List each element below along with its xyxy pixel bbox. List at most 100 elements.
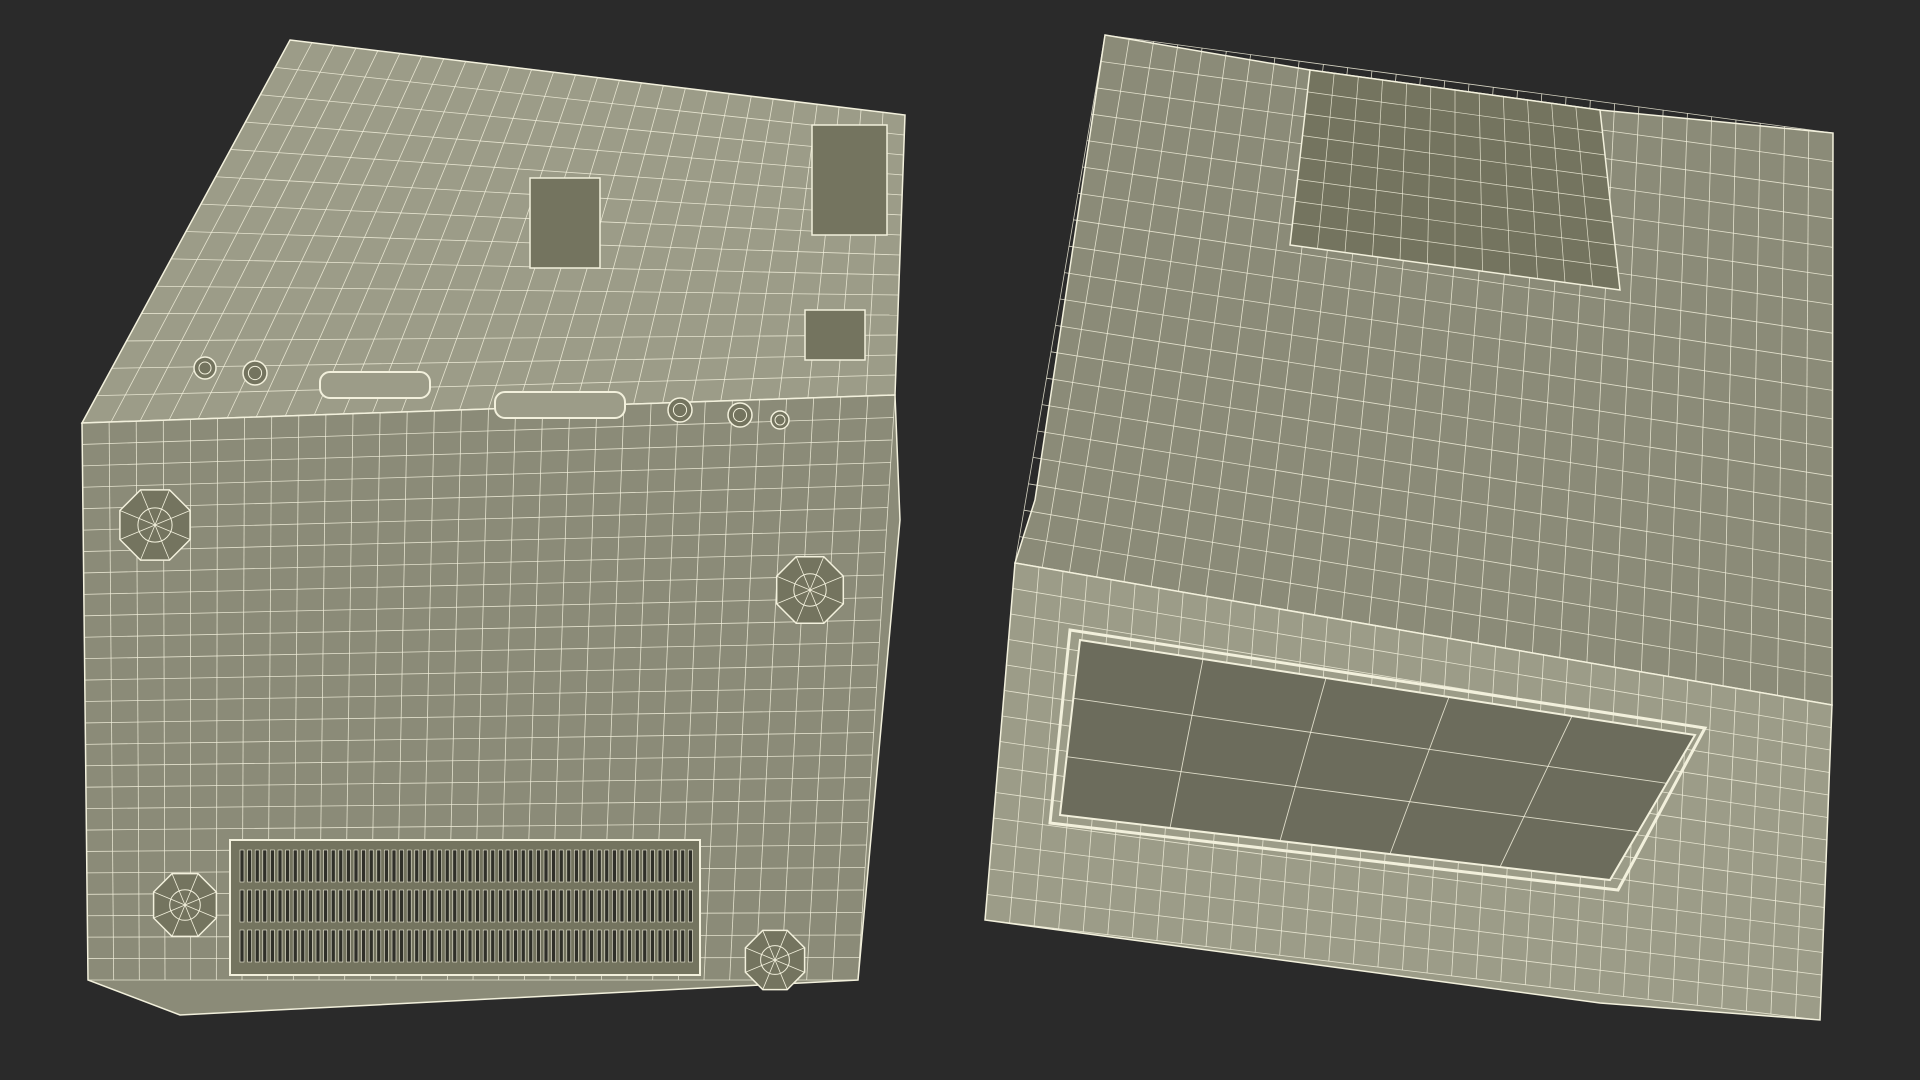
vent-slot xyxy=(475,849,480,883)
vent-slot xyxy=(239,849,245,883)
vent-slot xyxy=(254,849,260,883)
vent-slot xyxy=(536,849,541,883)
vent-slot xyxy=(277,849,283,883)
vent-slot xyxy=(422,889,427,923)
vent-slot xyxy=(292,849,298,883)
vent-slot xyxy=(467,849,473,883)
vent-slot xyxy=(581,929,587,963)
vent-slot xyxy=(422,849,427,883)
vent-slot xyxy=(323,849,328,883)
vent-slot xyxy=(619,929,625,963)
vent-slot xyxy=(376,929,382,963)
vent-slot xyxy=(596,889,602,923)
vent-slot xyxy=(406,929,412,963)
vent-slot xyxy=(627,889,632,923)
vent-slot xyxy=(490,849,496,883)
vent-slot xyxy=(308,929,313,963)
vent-slot xyxy=(520,849,526,883)
vent-slot xyxy=(429,849,435,883)
vent-slot xyxy=(490,889,496,923)
dsub-port xyxy=(319,371,431,399)
vent-slot xyxy=(353,849,359,883)
vent-slot xyxy=(285,889,290,923)
vent-slot xyxy=(490,929,496,963)
vent-slot xyxy=(368,849,374,883)
vent-slot xyxy=(292,929,298,963)
vent-slot xyxy=(330,849,336,883)
vent-slot xyxy=(642,889,648,923)
vent-slot xyxy=(551,889,556,923)
vent-slot xyxy=(300,849,306,883)
vent-slot xyxy=(688,849,693,883)
vent-slot xyxy=(475,889,480,923)
vent-slot xyxy=(634,849,640,883)
vent-slot xyxy=(353,929,359,963)
vent-slot xyxy=(619,849,625,883)
vent-slot xyxy=(346,889,351,923)
vent-slot xyxy=(566,849,572,883)
vent-slot xyxy=(399,929,404,963)
vent-slot xyxy=(505,849,511,883)
vent-slot xyxy=(338,889,344,923)
wireframe-render xyxy=(0,0,1920,1080)
dsub-port xyxy=(494,391,626,419)
vent-slot xyxy=(536,929,541,963)
vent-slot xyxy=(634,889,640,923)
vent-slot xyxy=(604,889,610,923)
vent-slot xyxy=(680,929,686,963)
render-viewport xyxy=(0,0,1920,1080)
vent-slot xyxy=(665,889,670,923)
vent-slot xyxy=(399,849,404,883)
vent-slot xyxy=(528,929,534,963)
vent-slot xyxy=(688,929,693,963)
vent-slot xyxy=(247,929,252,963)
vent-slot xyxy=(460,929,465,963)
vent-slot xyxy=(391,889,397,923)
vent-slot xyxy=(254,929,260,963)
vent-slot xyxy=(680,849,686,883)
vent-slot xyxy=(444,849,450,883)
vent-slot xyxy=(270,889,275,923)
vent-slot xyxy=(566,929,572,963)
vent-slot xyxy=(437,929,442,963)
vent-slot xyxy=(277,929,283,963)
vent-slot xyxy=(437,889,442,923)
vent-slot xyxy=(376,849,382,883)
vent-slot xyxy=(346,849,351,883)
vent-slot xyxy=(460,849,465,883)
vent-slot xyxy=(482,849,488,883)
vent-slot xyxy=(688,889,693,923)
vent-slot xyxy=(338,849,344,883)
vent-slot xyxy=(482,929,488,963)
vent-slot xyxy=(520,889,526,923)
round-port xyxy=(193,356,217,380)
round-port xyxy=(770,410,790,430)
vent-slot xyxy=(650,849,655,883)
vent-slot xyxy=(665,929,670,963)
vent-slot xyxy=(368,929,374,963)
vent-slot xyxy=(657,849,663,883)
vent-slot xyxy=(277,889,283,923)
vent-slot xyxy=(444,929,450,963)
vent-slot xyxy=(482,889,488,923)
vent-slot xyxy=(680,889,686,923)
vent-slot xyxy=(384,889,389,923)
vent-slot xyxy=(414,889,420,923)
round-port xyxy=(242,360,268,386)
vent-slot xyxy=(254,889,260,923)
vent-slot xyxy=(300,889,306,923)
vent-slot xyxy=(513,929,518,963)
vent-slot xyxy=(665,849,670,883)
vent-slot xyxy=(262,929,268,963)
vent-slot xyxy=(353,889,359,923)
vent-slot xyxy=(262,889,268,923)
vent-slot xyxy=(361,849,366,883)
vent-slot xyxy=(323,929,328,963)
vent-slot xyxy=(558,889,564,923)
vent-slot xyxy=(262,849,268,883)
vent-slot xyxy=(414,929,420,963)
vent-slot xyxy=(627,849,632,883)
vent-slot xyxy=(429,929,435,963)
vent-slot xyxy=(338,929,344,963)
vent-slot xyxy=(422,929,427,963)
